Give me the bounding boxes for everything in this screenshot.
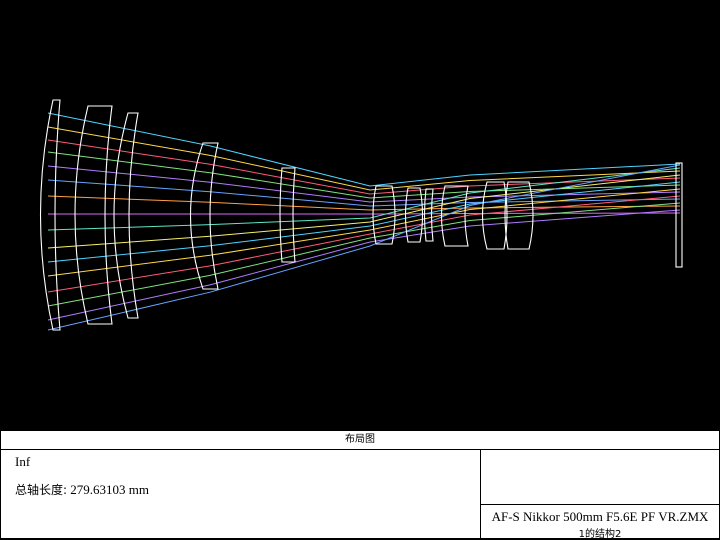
ray-line (47, 188, 681, 277)
axis-length-value: 279.63103 mm (70, 482, 150, 497)
ray-line (47, 126, 681, 191)
axis-length-label: 总轴长度: (15, 483, 68, 497)
ray-line (47, 167, 681, 231)
info-panel: 布局图 Inf 总轴长度: 279.63103 mm AF-S Nikkor 5… (0, 430, 720, 540)
field-label: Inf (15, 454, 31, 469)
ray-line (47, 164, 681, 331)
panel-title: 布局图 (1, 431, 719, 450)
ray-line (47, 174, 681, 249)
ray-line (48, 212, 681, 215)
lens-element-1 (39, 99, 61, 331)
lens-element-8 (423, 188, 434, 242)
lens-element-3 (113, 112, 139, 319)
lens-element-10 (482, 181, 508, 250)
lens-layout-plot (39, 99, 683, 331)
ray-traces (47, 112, 681, 331)
lens-element-5 (279, 167, 296, 263)
axis-length: 总轴长度: 279.63103 mm (15, 481, 149, 498)
lens-element-2 (74, 105, 113, 325)
lens-elements (39, 99, 683, 331)
config-label: 1的结构2 (578, 529, 622, 540)
panel-divider-horizontal (481, 504, 719, 505)
file-name: AF-S Nikkor 500mm F5.6E PF VR.ZMX (491, 509, 709, 524)
